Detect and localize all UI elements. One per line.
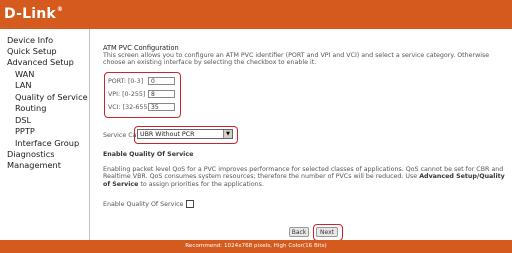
sidebar-item-dsl[interactable]: DSL: [15, 115, 31, 125]
sidebar-item-management[interactable]: Management: [7, 160, 61, 170]
back-button[interactable]: Back: [289, 227, 309, 237]
next-button[interactable]: Next: [316, 227, 338, 237]
dlink-logo: D-Link®: [4, 6, 64, 22]
top-banner: D-Link®: [0, 0, 512, 29]
sidebar-item-device-info[interactable]: Device Info: [7, 35, 53, 45]
vpi-label: VPI: [0-255]: [108, 91, 146, 98]
service-category-select[interactable]: UBR Without PCR ▼: [137, 129, 233, 139]
main-content: ATM PVC Configuration This screen allows…: [90, 29, 512, 241]
page-title: ATM PVC Configuration: [103, 44, 179, 52]
vpi-input[interactable]: [148, 90, 175, 98]
sidebar-item-quick-setup[interactable]: Quick Setup: [7, 46, 57, 56]
sidebar-item-interface-group[interactable]: Interface Group: [15, 138, 79, 148]
sidebar-item-routing[interactable]: Routing: [15, 103, 46, 113]
sidebar-item-diagnostics[interactable]: Diagnostics: [7, 149, 55, 159]
chevron-down-icon[interactable]: ▼: [223, 130, 232, 138]
port-input[interactable]: [148, 77, 175, 85]
port-label: PORT: [0-3]: [108, 78, 144, 85]
vci-input[interactable]: [148, 103, 175, 111]
sidebar-nav: Device Info Quick Setup Advanced Setup W…: [0, 29, 89, 240]
service-category-value: UBR Without PCR: [140, 131, 195, 138]
enable-qos-checkbox[interactable]: [186, 200, 194, 208]
sidebar-item-pptp[interactable]: PPTP: [15, 126, 35, 136]
qos-heading: Enable Quality Of Service: [103, 151, 194, 158]
page-description: This screen allows you to configure an A…: [103, 52, 490, 67]
sidebar-item-wan[interactable]: WAN: [15, 69, 34, 79]
sidebar-item-advanced-setup[interactable]: Advanced Setup: [7, 57, 74, 67]
footer-bar: Recommend: 1024x768 pixels, High Color(1…: [0, 240, 512, 253]
enable-qos-label: Enable Quality Of Service: [103, 201, 184, 208]
sidebar-item-lan[interactable]: LAN: [15, 80, 31, 90]
qos-description: Enabling packet level QoS for a PVC impr…: [103, 166, 505, 188]
sidebar-item-quality-of-service[interactable]: Quality of Service: [15, 92, 88, 102]
